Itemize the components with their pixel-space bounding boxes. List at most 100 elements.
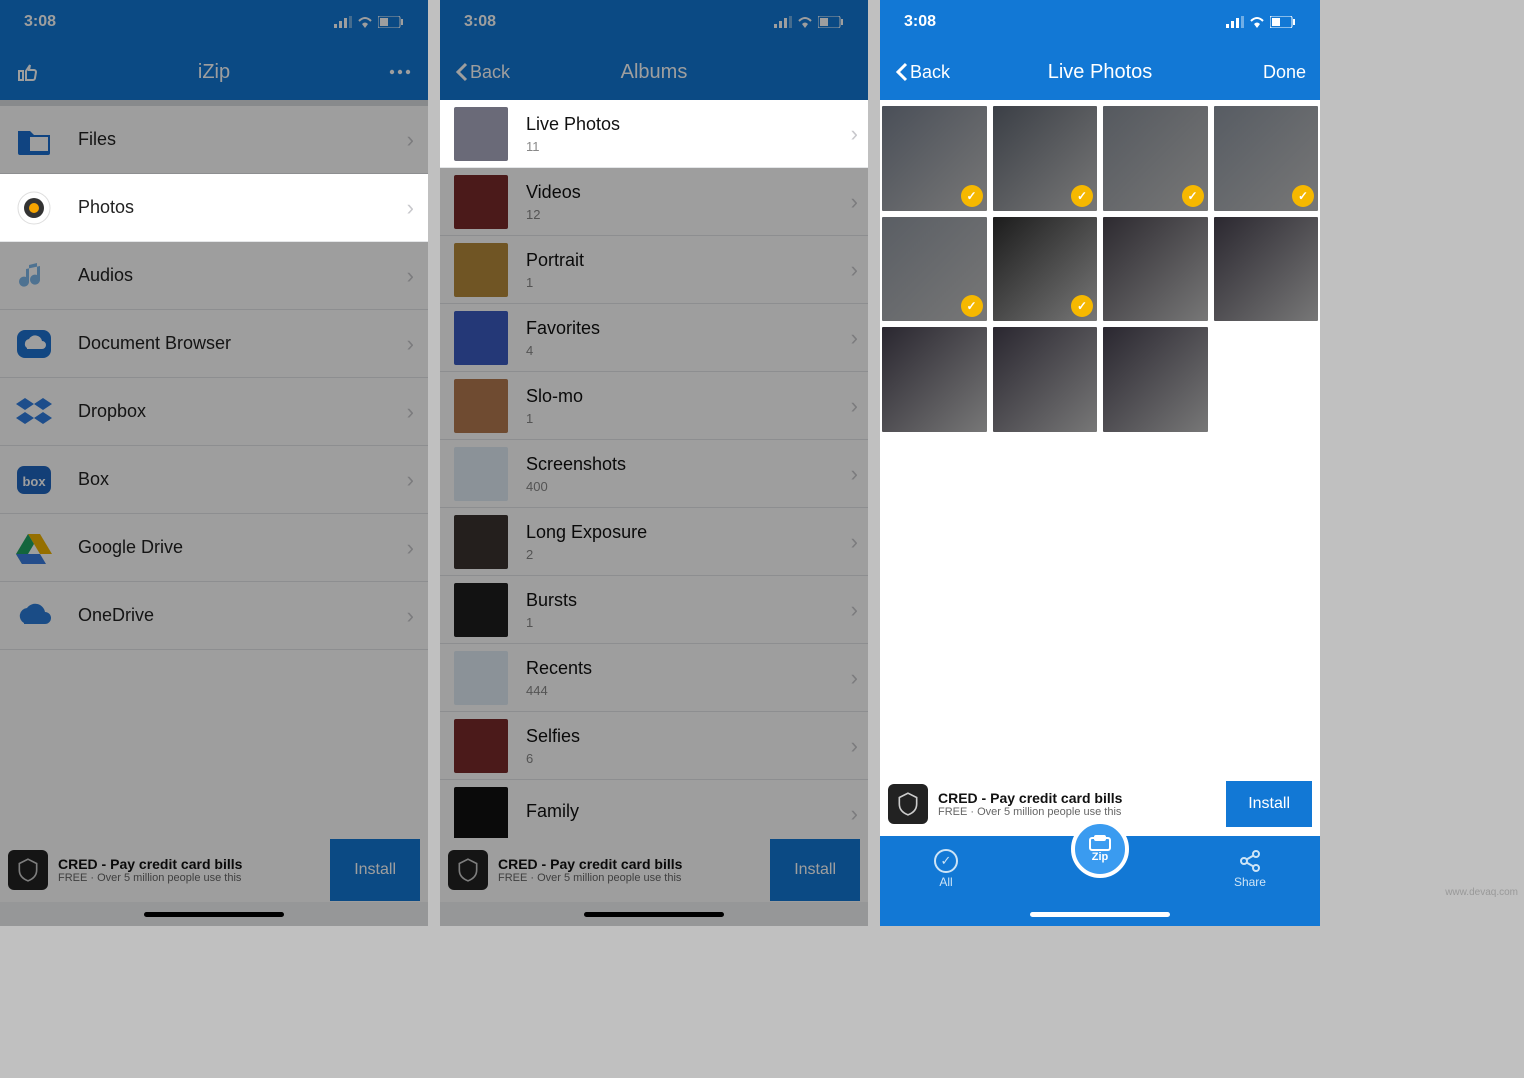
album-row-family[interactable]: Family› [440, 780, 868, 838]
album-thumbnail [454, 515, 508, 569]
source-row-box[interactable]: box Box› [0, 446, 428, 514]
album-thumbnail [454, 175, 508, 229]
status-time: 3:08 [904, 13, 936, 31]
row-label: Document Browser [78, 333, 407, 354]
thumbs-up-icon[interactable] [14, 58, 42, 86]
wifi-icon [1248, 16, 1266, 28]
photo-thumbnail[interactable]: ✓ [1214, 106, 1319, 211]
photo-thumbnail[interactable] [993, 327, 1098, 432]
audios-icon [14, 256, 54, 296]
home-indicator[interactable] [1030, 912, 1170, 917]
ad-title: CRED - Pay credit card bills [58, 856, 320, 872]
nav-bar: iZip [0, 44, 428, 100]
album-title: Bursts [526, 590, 851, 611]
status-time: 3:08 [464, 13, 496, 31]
photo-thumbnail[interactable]: ✓ [1103, 106, 1208, 211]
album-thumbnail [454, 243, 508, 297]
bottom-toolbar: ✓ All Share Zip [880, 836, 1320, 902]
signal-icon [1226, 16, 1244, 28]
album-row-screenshots[interactable]: Screenshots400› [440, 440, 868, 508]
more-icon[interactable] [386, 58, 414, 86]
source-row-onedrive[interactable]: OneDrive› [0, 582, 428, 650]
album-count: 12 [526, 207, 851, 222]
nav-bar: Back Albums [440, 44, 868, 100]
chevron-right-icon: › [851, 393, 858, 419]
ad-banner[interactable]: CRED - Pay credit card bills FREE · Over… [440, 838, 868, 902]
album-row-live-photos[interactable]: Live Photos11› [440, 100, 868, 168]
chevron-right-icon: › [851, 529, 858, 555]
wifi-icon [356, 16, 374, 28]
ad-banner[interactable]: CRED - Pay credit card bills FREE · Over… [0, 838, 428, 902]
photo-thumbnail[interactable]: ✓ [993, 106, 1098, 211]
album-row-selfies[interactable]: Selfies6› [440, 712, 868, 780]
ad-install-button[interactable]: Install [1226, 781, 1312, 827]
row-label: Dropbox [78, 401, 407, 422]
album-row-long-exposure[interactable]: Long Exposure 2› [440, 508, 868, 576]
photo-thumbnail[interactable] [1103, 217, 1208, 322]
done-button[interactable]: Done [1263, 62, 1306, 83]
photo-thumbnail[interactable] [882, 327, 987, 432]
album-title: Recents [526, 658, 851, 679]
chevron-right-icon: › [851, 121, 858, 147]
selected-check-icon: ✓ [1292, 185, 1314, 207]
chevron-right-icon: › [851, 733, 858, 759]
status-bar: 3:08 [0, 0, 428, 44]
toolbar-share[interactable]: Share [1234, 849, 1266, 889]
chevron-right-icon: › [407, 467, 414, 493]
album-row-portrait[interactable]: Portrait1› [440, 236, 868, 304]
chevron-right-icon: › [851, 597, 858, 623]
album-count: 1 [526, 615, 851, 630]
album-thumbnail [454, 651, 508, 705]
chevron-right-icon: › [407, 127, 414, 153]
source-row-files[interactable]: Files› [0, 106, 428, 174]
album-count: 444 [526, 683, 851, 698]
home-indicator[interactable] [144, 912, 284, 917]
source-row-dropbox[interactable]: Dropbox› [0, 378, 428, 446]
album-count: 400 [526, 479, 851, 494]
source-row-photos[interactable]: Photos› [0, 174, 428, 242]
home-indicator[interactable] [584, 912, 724, 917]
photo-thumbnail[interactable]: ✓ [882, 217, 987, 322]
photo-thumbnail[interactable]: ✓ [993, 217, 1098, 322]
chevron-right-icon: › [851, 801, 858, 827]
photo-thumbnail[interactable] [1103, 327, 1208, 432]
chevron-right-icon: › [407, 331, 414, 357]
battery-icon [1270, 16, 1296, 28]
source-row-document-browser[interactable]: Document Browser› [0, 310, 428, 378]
album-thumbnail [454, 311, 508, 365]
album-title: Videos [526, 182, 851, 203]
toolbar-all[interactable]: ✓ All [934, 849, 958, 889]
row-label: Box [78, 469, 407, 490]
album-count: 11 [526, 139, 851, 154]
album-title: Long Exposure [526, 522, 851, 543]
ad-install-button[interactable]: Install [330, 839, 420, 901]
album-count: 1 [526, 275, 851, 290]
album-thumbnail [454, 719, 508, 773]
album-row-recents[interactable]: Recents444› [440, 644, 868, 712]
back-button[interactable]: Back [894, 62, 950, 83]
albums-list: Live Photos11›Videos12›Portrait1›Favorit… [440, 100, 868, 838]
ad-install-button[interactable]: Install [770, 839, 860, 901]
back-button[interactable]: Back [454, 62, 510, 83]
photo-thumbnail[interactable] [1214, 217, 1319, 322]
row-label: Google Drive [78, 537, 407, 558]
chevron-right-icon: › [407, 195, 414, 221]
box-icon: box [14, 460, 54, 500]
album-row-videos[interactable]: Videos 12› [440, 168, 868, 236]
source-list: Files›Photos›Audios›Document Browser›Dro… [0, 106, 428, 838]
album-count: 4 [526, 343, 851, 358]
album-row-slo-mo[interactable]: Slo-mo1› [440, 372, 868, 440]
zip-button[interactable]: Zip [1071, 820, 1129, 878]
photo-grid: ✓✓✓✓✓✓ [880, 100, 1320, 772]
source-row-google-drive[interactable]: Google Drive› [0, 514, 428, 582]
onedrive-icon [14, 596, 54, 636]
chevron-right-icon: › [407, 603, 414, 629]
signal-icon [334, 16, 352, 28]
source-row-audios[interactable]: Audios› [0, 242, 428, 310]
album-row-bursts[interactable]: Bursts 1› [440, 576, 868, 644]
album-count: 2 [526, 547, 851, 562]
photo-thumbnail[interactable]: ✓ [882, 106, 987, 211]
album-thumbnail [454, 379, 508, 433]
album-row-favorites[interactable]: Favorites4› [440, 304, 868, 372]
chevron-right-icon: › [851, 189, 858, 215]
